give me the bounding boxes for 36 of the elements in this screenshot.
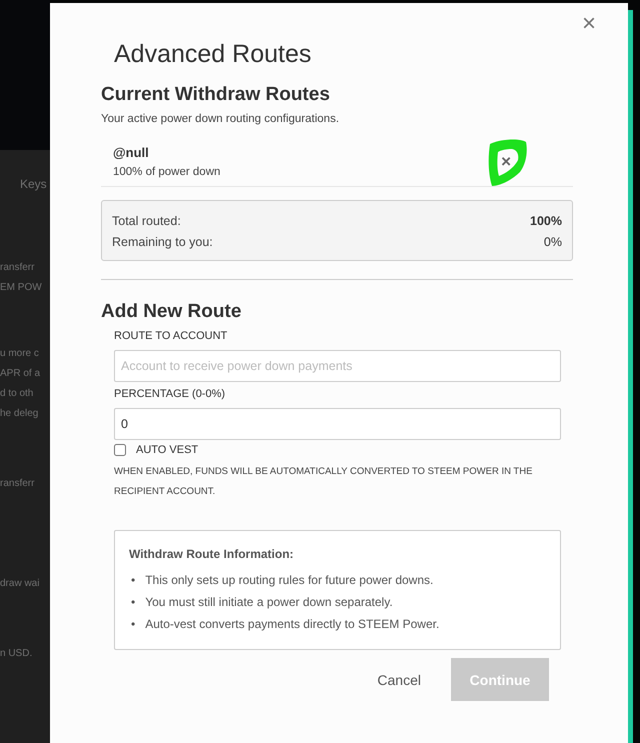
auto-vest-checkbox[interactable] <box>114 444 126 456</box>
route-account: @null <box>113 145 150 160</box>
field-label: ROUTE TO ACCOUNT <box>114 330 228 342</box>
checkbox-label: AUTO VEST <box>136 444 198 456</box>
info-item: This only sets up routing rules for future power downs. <box>145 572 434 589</box>
help-text: WHEN ENABLED, FUNDS WILL BE AUTOMATICALLY CONVERTED TO STEEM POWER IN THE RECIPIENT ACCOUNT. <box>114 465 534 499</box>
info-item: Auto-vest converts payments directly to STEEM Power. <box>145 616 440 633</box>
summary-value: 0% <box>544 234 562 250</box>
section-subtitle: Your active power down routing configurations. <box>101 113 340 125</box>
summary-label: Remaining to you: <box>112 234 213 250</box>
bullet: • <box>131 594 136 611</box>
route-share: 100% of power down <box>113 166 220 178</box>
bullet: • <box>131 572 136 589</box>
summary-label: Total routed: <box>112 213 181 229</box>
info-title: Withdraw Route Information: <box>129 547 295 561</box>
account-field[interactable]: Account to receive power down payments <box>114 350 561 382</box>
cancel-button[interactable]: Cancel <box>373 668 425 692</box>
close-button[interactable]: × <box>580 11 598 37</box>
percentage-field[interactable]: 0 <box>114 408 561 440</box>
bullet: • <box>131 616 136 633</box>
field-label: PERCENTAGE (0-0%) <box>114 388 226 400</box>
page-text: n USD. <box>0 647 34 661</box>
page-text: APR of a <box>0 367 42 381</box>
page-text: draw wai <box>0 577 40 591</box>
page-text: EM POW <box>0 281 43 295</box>
page-text: d to oth <box>0 387 34 401</box>
info-item: You must still initiate a power down separately. <box>145 594 393 611</box>
page-text: ransferr <box>0 261 36 275</box>
tab-label[interactable]: Keys <box>20 174 50 194</box>
summary-value: 100% <box>530 213 562 229</box>
section-heading: Add New Route <box>101 300 242 324</box>
page-text: ransferr <box>0 477 36 491</box>
page-text: he deleg <box>0 407 40 421</box>
section-heading: Current Withdraw Routes <box>101 83 331 107</box>
page-text: u more c <box>0 347 40 361</box>
dialog-title: Advanced Routes <box>114 39 312 69</box>
